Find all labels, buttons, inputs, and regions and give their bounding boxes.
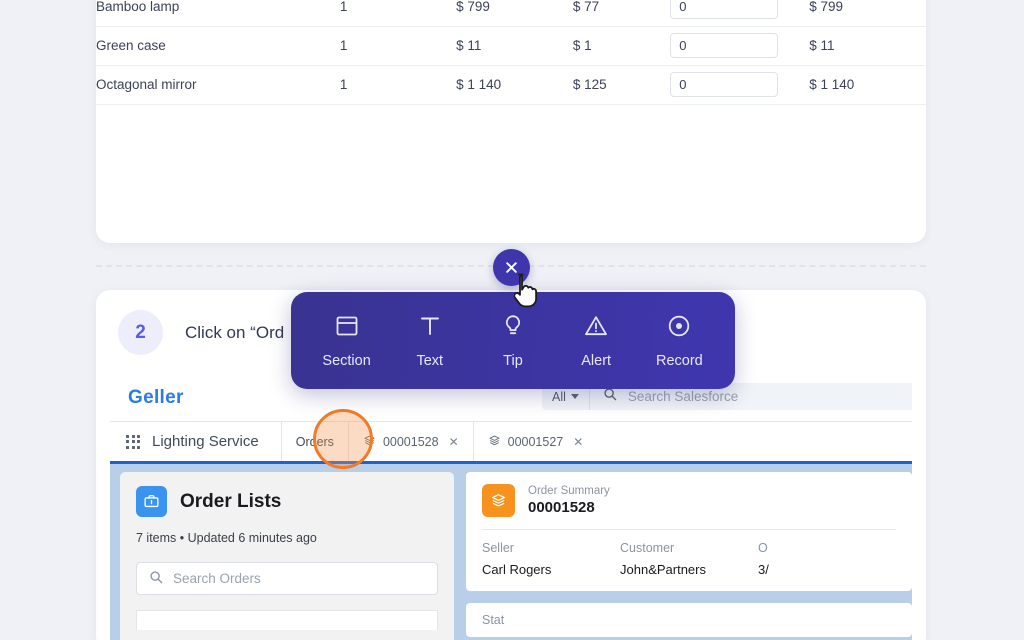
toolbar-item-label: Text [416, 352, 444, 369]
cell-quantity: 1 [339, 26, 457, 66]
salesforce-tab[interactable]: Orders [280, 422, 348, 461]
order-summary-number: 00001528 [528, 499, 595, 516]
cell-total: $ 799 [809, 0, 926, 27]
order-lists-card: Order Lists 7 items • Updated 6 minutes … [120, 472, 454, 640]
mouse-cursor-pointer [513, 272, 546, 315]
cell-input[interactable]: 0 [670, 65, 810, 105]
cell-price: $ 799 [456, 0, 573, 27]
order-summary-column: Order Summary 00001528 Seller Carl Rogers… [466, 472, 912, 640]
salesforce-screenshot: Geller All Search Salesforce Lighting Se… [110, 375, 912, 640]
order-lists-title: Order Lists [180, 490, 282, 512]
stack-icon [488, 434, 501, 450]
salesforce-tab-label: 00001528 [382, 434, 439, 449]
cell-price: $ 11 [456, 26, 573, 66]
salesforce-tabs-host: Orders 00001528 ✕ 00001527 ✕ [280, 422, 598, 461]
section-icon [334, 313, 360, 344]
step-number-badge: 2 [118, 310, 163, 355]
product-table-card: Decorative candle1$ 5$ 0.50$ 5White tabl… [96, 0, 926, 243]
salesforce-tab[interactable]: 00001528 ✕ [347, 422, 473, 461]
salesforce-content-area: Order Lists 7 items • Updated 6 minutes … [110, 464, 912, 640]
search-scope-label: All [552, 389, 566, 404]
summary-divider [482, 529, 896, 530]
annotation-toolbar: Section Text Tip Alert Record [291, 292, 735, 389]
cell-product-name: Octagonal mirror [96, 65, 340, 105]
field-value: Carl Rogers [482, 562, 552, 577]
salesforce-tab-label: 00001527 [507, 434, 564, 449]
order-lists-meta: 7 items • Updated 6 minutes ago [136, 531, 317, 545]
toolbar-item-label: Record [655, 352, 703, 369]
stack-icon [482, 484, 515, 517]
quantity-input[interactable]: 0 [670, 0, 779, 19]
bulb-icon [500, 313, 526, 344]
salesforce-tab-label: Orders [295, 434, 334, 449]
field-value: 3/ [758, 562, 769, 577]
order-summary-field: Customer John&Partners [620, 541, 758, 577]
field-key: Customer [620, 541, 675, 555]
salesforce-app-name: Lighting Service [152, 433, 259, 450]
screen-root: Decorative candle1$ 5$ 0.50$ 5White tabl… [0, 0, 1024, 640]
field-key: O [758, 541, 768, 555]
order-summary-card: Order Summary 00001528 Seller Carl Rogers… [466, 472, 912, 591]
search-icon [149, 570, 163, 587]
salesforce-tab[interactable]: 00001527 ✕ [472, 422, 598, 461]
record-dot-icon [666, 313, 692, 344]
quantity-input[interactable]: 0 [670, 72, 779, 97]
app-launcher-button[interactable] [110, 422, 152, 461]
order-status-label: Stat [482, 613, 505, 627]
cell-discount: $ 1 [572, 26, 671, 66]
order-summary-fields: Seller Carl Rogers Customer John&Partners O 3… [482, 541, 896, 577]
field-value: John&Partners [620, 562, 706, 577]
field-key: Seller [482, 541, 514, 555]
order-search-placeholder: Search Orders [173, 571, 261, 586]
salesforce-tab-bar: Lighting Service Orders 00001528 ✕ 00001527… [110, 421, 912, 461]
order-lists-header: Order Lists [136, 486, 438, 517]
cell-quantity: 1 [339, 65, 457, 105]
cell-discount: $ 125 [572, 65, 671, 105]
table-row: Green case 1 $ 11 $ 1 0 $ 11 [96, 26, 926, 66]
order-status-card: Stat [466, 603, 912, 637]
toolbar-item-label: Section [322, 352, 371, 369]
toolbar-item-text[interactable]: Text [391, 313, 469, 369]
products-table: Decorative candle1$ 5$ 0.50$ 5White tabl… [96, 0, 926, 105]
briefcase-icon [136, 486, 167, 517]
cell-product-name: Bamboo lamp [96, 0, 340, 27]
table-row: Bamboo lamp 1 $ 799 $ 77 0 $ 799 [96, 0, 926, 27]
toolbar-item-tip[interactable]: Tip [474, 313, 552, 369]
toolbar-item-record[interactable]: Record [640, 313, 718, 369]
order-lists-table-top [136, 610, 438, 630]
stack-icon [363, 434, 376, 450]
cell-price: $ 1 140 [456, 65, 573, 105]
chevron-down-icon [570, 394, 579, 399]
salesforce-search-placeholder: Search Salesforce [627, 389, 739, 404]
close-tab-icon[interactable]: ✕ [573, 435, 583, 449]
order-summary-field: Seller Carl Rogers [482, 541, 620, 577]
toolbar-item-alert[interactable]: Alert [557, 313, 635, 369]
order-summary-field: O 3/ [758, 541, 896, 577]
order-search-input[interactable]: Search Orders [136, 562, 438, 595]
step-instruction-text: Click on “Ord [185, 322, 285, 342]
order-summary-label: Order Summary [528, 485, 610, 497]
salesforce-logo: Geller [128, 387, 184, 408]
text-icon [417, 313, 443, 344]
toolbar-item-label: Tip [503, 352, 523, 369]
products-table-body: Decorative candle1$ 5$ 0.50$ 5White tabl… [96, 0, 926, 105]
cell-input[interactable]: 0 [670, 0, 810, 27]
close-tab-icon[interactable]: ✕ [449, 435, 459, 449]
table-row: Octagonal mirror 1 $ 1 140 $ 125 0 $ 1 140 [96, 65, 926, 105]
cell-quantity: 1 [339, 0, 457, 27]
search-icon [603, 387, 617, 406]
toolbar-item-section[interactable]: Section [308, 313, 386, 369]
app-launcher-grid-icon [126, 434, 140, 449]
cell-total: $ 11 [809, 26, 926, 66]
warning-triangle-icon [583, 313, 609, 344]
cell-discount: $ 77 [572, 0, 671, 27]
toolbar-item-label: Alert [581, 352, 612, 369]
quantity-input[interactable]: 0 [670, 33, 779, 58]
order-summary-header: Order Summary 00001528 [482, 484, 896, 517]
cell-total: $ 1 140 [809, 65, 926, 105]
cell-product-name: Green case [96, 26, 340, 66]
cell-input[interactable]: 0 [670, 26, 810, 66]
